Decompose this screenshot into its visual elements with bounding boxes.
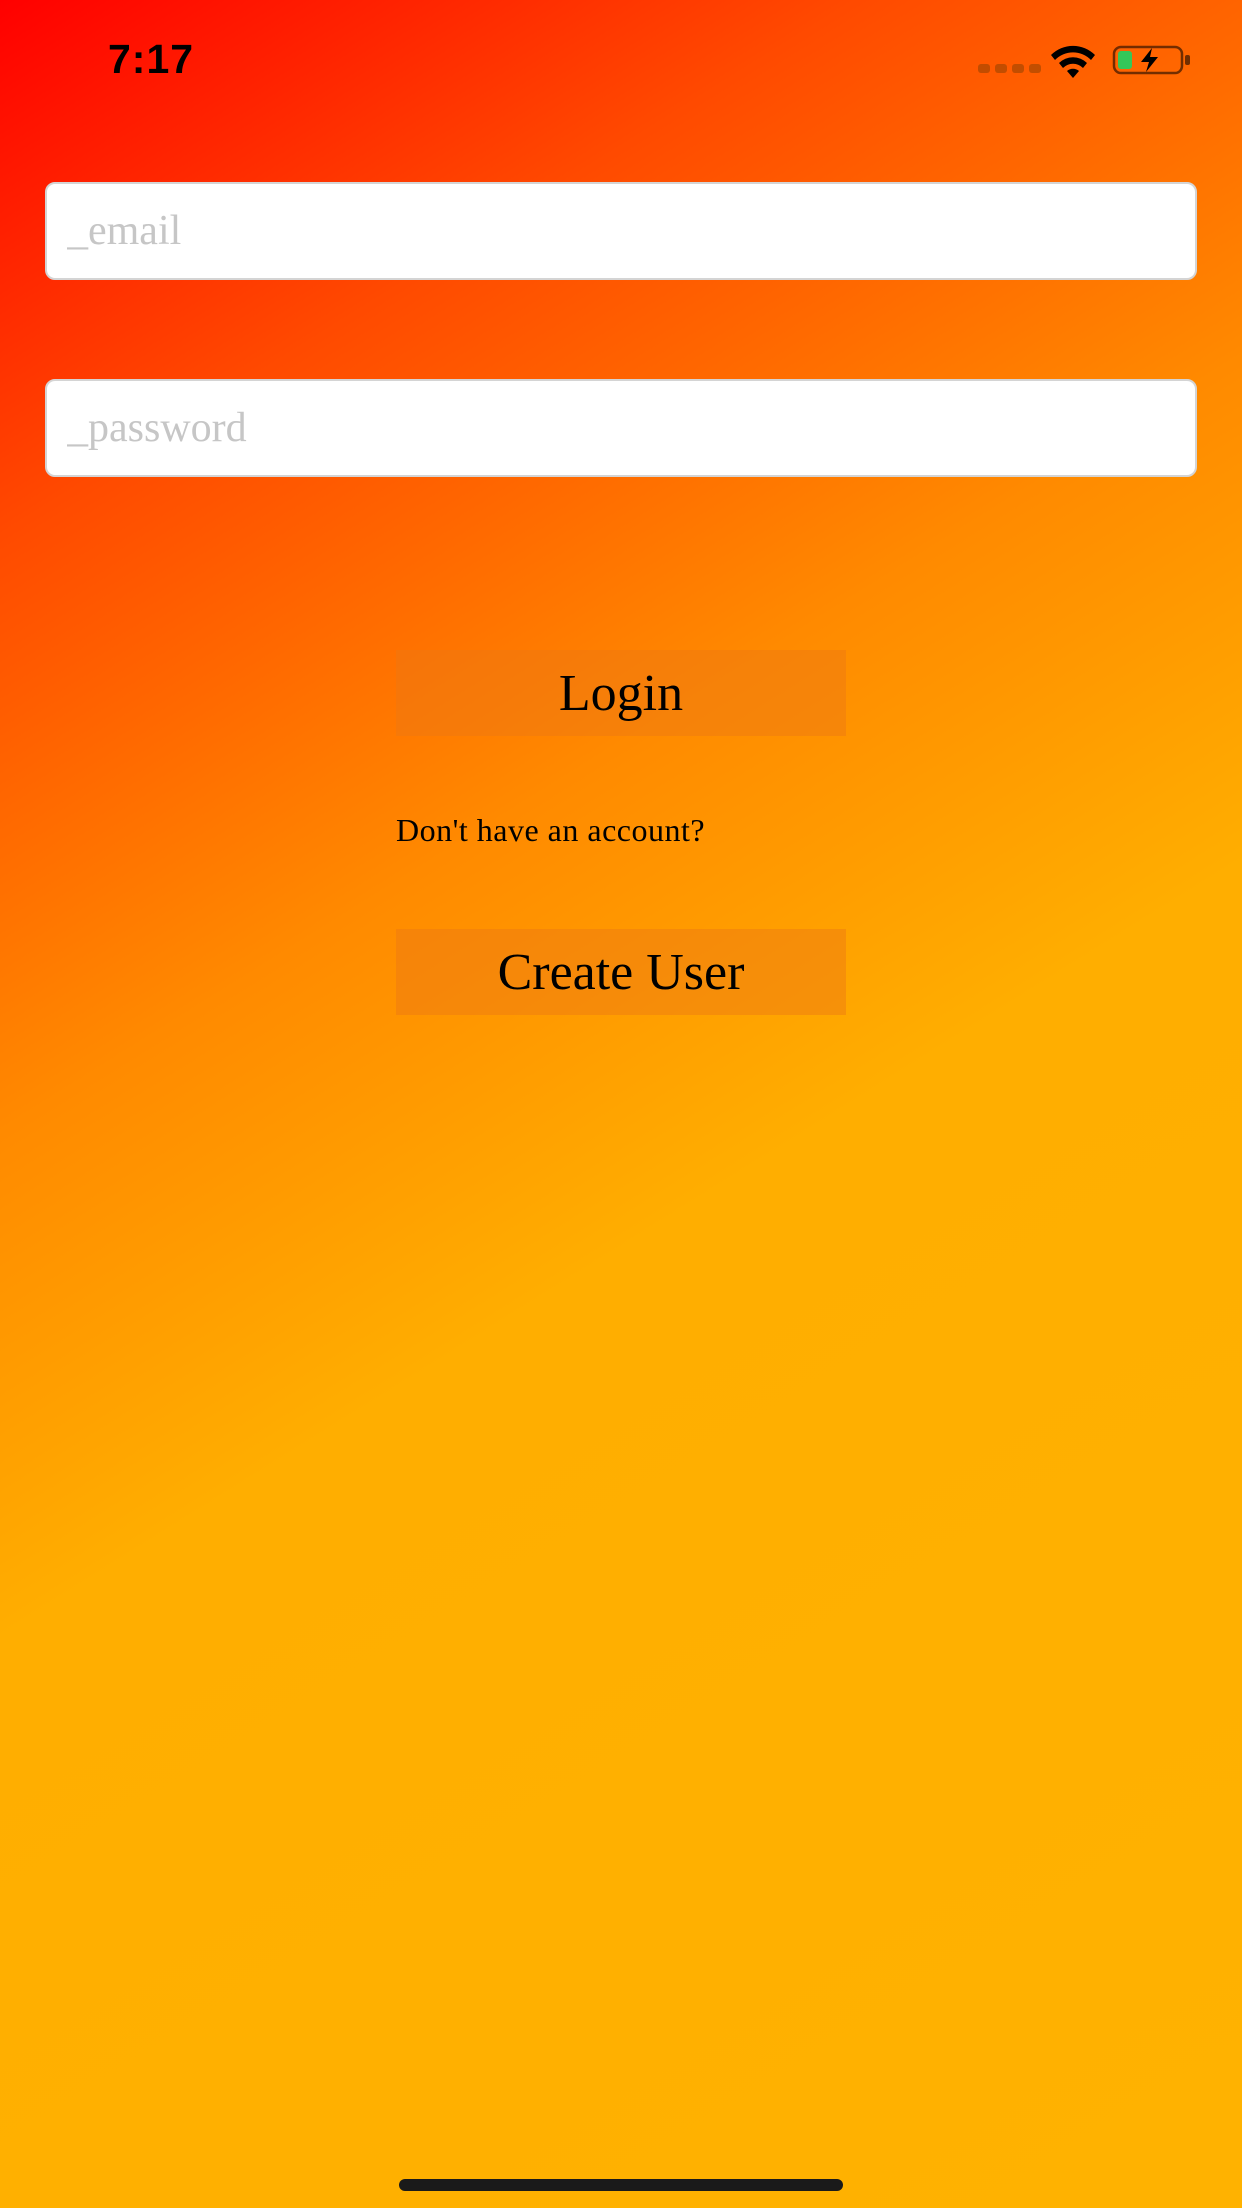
battery-charging-icon (1112, 45, 1190, 75)
cellular-signal-icon (978, 64, 1041, 73)
email-field[interactable] (45, 182, 1197, 280)
login-button[interactable]: Login (396, 650, 846, 736)
password-field[interactable] (45, 379, 1197, 477)
status-time: 7:17 (108, 36, 195, 82)
wifi-icon (1051, 45, 1095, 78)
create-user-button[interactable]: Create User (396, 929, 846, 1015)
login-screen: 7:17 Login Don't have an account? Create… (0, 0, 1242, 2208)
home-indicator[interactable] (399, 2179, 843, 2191)
account-prompt: Don't have an account? (396, 812, 706, 848)
